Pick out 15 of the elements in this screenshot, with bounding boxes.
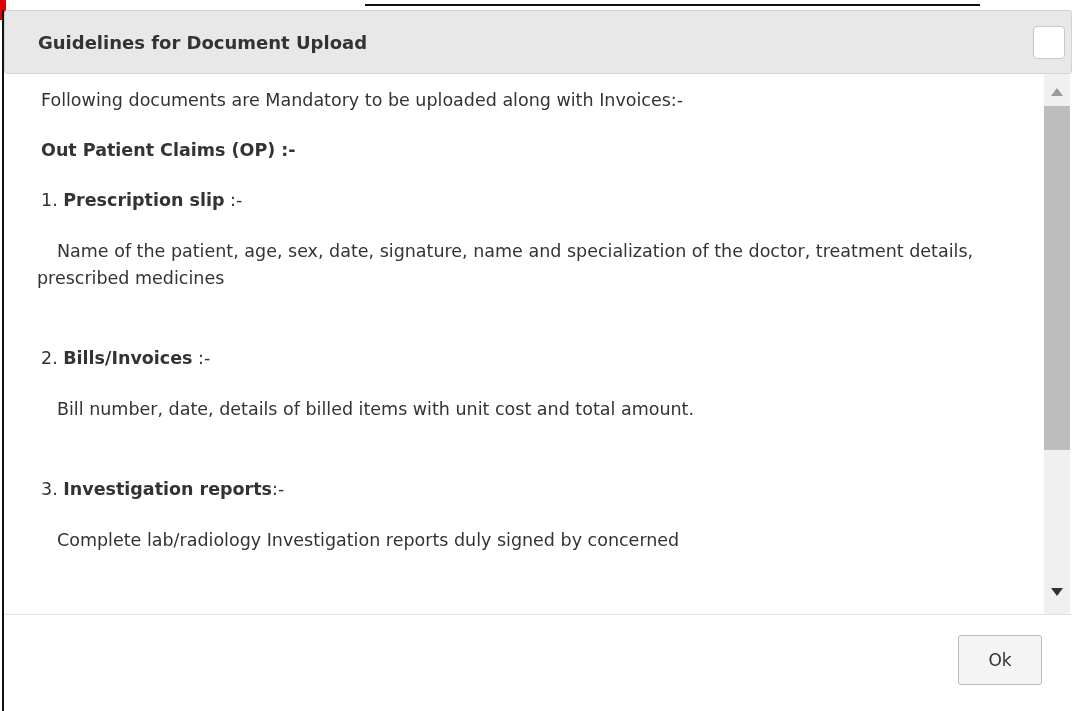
scroll-down-icon[interactable] (1051, 588, 1063, 596)
paragraph: Name of the patient, age, sex, date, signature, name and specialization of the doctor, treatment details, prescribed medicines (37, 240, 975, 290)
paragraph: 3. Investigation reports:- (41, 478, 286, 501)
dialog-title: Guidelines for Document Upload (38, 31, 368, 53)
scroll-up-icon[interactable] (1051, 88, 1063, 96)
close-button[interactable] (1033, 25, 1065, 59)
paragraph: 2. Bills/Invoices :- (41, 347, 212, 370)
ok-button[interactable]: Ok (958, 635, 1042, 685)
scroll-thumb[interactable] (1044, 106, 1070, 450)
paragraph: 1. Prescription slip :- (41, 189, 244, 212)
scrollbar[interactable] (1044, 74, 1070, 614)
paragraph: Following documents are Mandatory to be uploaded along with Invoices:- (41, 89, 685, 112)
paragraph: Bill number, date, details of billed items with unit cost and total amount. (56, 398, 695, 421)
section-heading: Out Patient Claims (OP) :- (41, 139, 297, 162)
paragraph: Complete lab/radiology Investigation reports duly signed by concerned (56, 529, 681, 552)
